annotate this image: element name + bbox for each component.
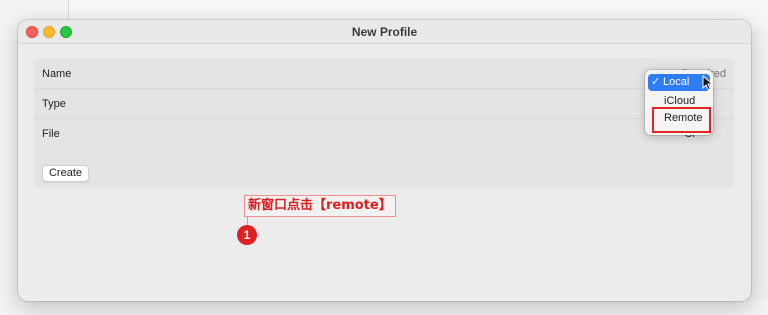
divider — [34, 188, 734, 189]
title-bar: New Profile — [18, 20, 751, 44]
create-button[interactable]: Create — [42, 165, 89, 182]
file-label: File — [42, 128, 60, 140]
name-label: Name — [42, 68, 72, 80]
name-row: Name — [34, 59, 734, 89]
step-number-badge: 1 — [237, 225, 257, 245]
new-profile-window: New Profile Name Type File Cr Create — [18, 20, 751, 301]
menu-item-label: Local — [663, 76, 690, 88]
file-row: File Cr — [34, 119, 734, 149]
type-label: Type — [42, 98, 66, 110]
menu-item-local[interactable]: ✓ Local — [648, 74, 710, 91]
mouse-pointer-icon — [702, 75, 714, 91]
type-row: Type — [34, 89, 734, 119]
annotation-label: 新窗口点击【remote】 — [244, 195, 396, 217]
remote-highlight-box — [652, 107, 711, 133]
checkmark-icon: ✓ — [651, 76, 661, 88]
profile-form: Name Type File Cr — [34, 58, 734, 188]
window-title: New Profile — [351, 25, 418, 39]
